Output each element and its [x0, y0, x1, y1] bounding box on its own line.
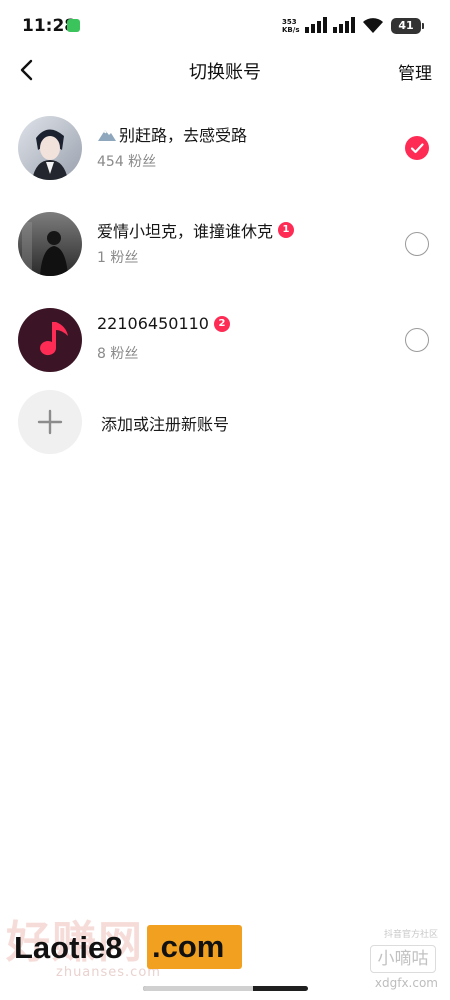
plus-icon	[37, 409, 63, 435]
cellular-signal-2-icon	[333, 17, 355, 33]
avatar	[18, 212, 82, 276]
account-row[interactable]: 爱情小坦克，谁撞谁休克 1 1 粉丝	[0, 196, 450, 292]
add-account-label: 添加或注册新账号	[101, 415, 230, 434]
watermark-right-bottom: xdgfx.com	[374, 976, 438, 990]
account-row[interactable]: 别赶路，去感受路 454 粉丝	[0, 100, 450, 196]
watermark-main: Laotie8	[14, 930, 123, 965]
account-name-line: 别赶路，去感受路	[97, 122, 247, 146]
watermark-faint-sub: zhuanses.com	[56, 965, 161, 980]
account-name-line: 爱情小坦克，谁撞谁休克 1	[97, 218, 295, 242]
status-bar: 11:28 353 KB/s 41	[0, 0, 450, 52]
header: 切换账号 管理	[0, 52, 450, 88]
manage-button[interactable]: 管理	[398, 59, 432, 84]
message-notification-icon	[67, 19, 80, 32]
switch-account-screen: 11:28 353 KB/s 41 切换账号 管理 别赶路，去感受路 454 粉…	[0, 0, 450, 1000]
account-name-line: 22106450110 2	[97, 314, 230, 333]
network-speed-unit: KB/s	[282, 26, 300, 34]
add-account-row[interactable]: 添加或注册新账号	[0, 390, 450, 454]
mountain-emoji-icon	[98, 130, 116, 141]
account-name: 22106450110	[97, 314, 209, 333]
avatar	[18, 308, 82, 372]
watermark-right-top: 抖音官方社区	[383, 930, 438, 940]
account-name: 爱情小坦克，谁撞谁休克	[97, 222, 274, 241]
wifi-icon	[363, 18, 383, 33]
account-name: 别赶路，去感受路	[119, 126, 248, 145]
fans-count: 8 粉丝	[97, 346, 139, 362]
cellular-signal-icon	[305, 17, 327, 33]
add-account-button[interactable]	[18, 390, 82, 454]
network-speed: 353 KB/s	[282, 18, 306, 34]
unselected-radio-icon[interactable]	[405, 328, 429, 352]
account-row[interactable]: 22106450110 2 8 粉丝	[0, 292, 450, 388]
watermark-right-mid: 小嘀咕	[370, 945, 436, 973]
battery-icon: 41	[391, 18, 424, 34]
page-title: 切换账号	[189, 62, 261, 83]
home-indicator-highlight	[143, 986, 253, 991]
avatar	[18, 116, 82, 180]
notification-badge: 2	[213, 315, 230, 332]
fans-count: 1 粉丝	[97, 250, 139, 266]
network-speed-value: 353	[282, 18, 297, 26]
selected-check-icon[interactable]	[405, 136, 429, 160]
unselected-radio-icon[interactable]	[405, 232, 429, 256]
watermark-suffix: .com	[147, 925, 242, 969]
fans-count: 454 粉丝	[97, 154, 157, 170]
notification-badge: 1	[278, 222, 295, 238]
